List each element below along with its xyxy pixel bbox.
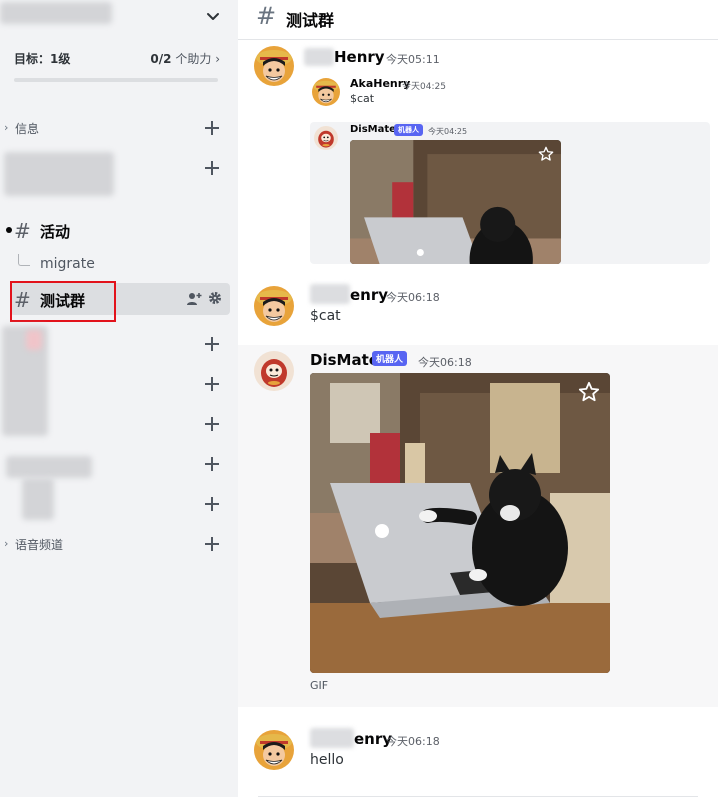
message-timestamp: 今天05:11 [386,53,440,66]
message-text: hello [310,752,344,768]
gear-icon[interactable] [208,291,222,305]
message-1[interactable]: Henry 今天05:11 AkaHenry 今天04:25 $cat DisM… [238,42,718,264]
discord-window: 目标：1级 0/2 个助力 › › 信息 # 活动 migrate # 测试群 … [0,0,718,797]
chevron-right-icon: › [4,537,9,550]
plus-icon[interactable] [203,415,221,433]
bot-tag: 机器人 [372,351,408,366]
star-icon[interactable] [578,381,600,403]
plus-icon[interactable] [203,455,221,473]
redacted-category [4,152,114,196]
reply-text: $cat [350,92,375,105]
user-avatar[interactable] [254,286,294,326]
bot-author[interactable]: DisMate [350,124,396,135]
message-timestamp: 今天06:18 [418,356,472,369]
hashtag-icon: # [256,2,277,30]
bot-timestamp: 今天04:25 [428,127,468,136]
chat-panel: # 测试群 Henry 今天05:11 AkaHenry 今天04:25 $ca… [238,0,718,797]
unread-indicator [6,227,12,233]
boost-progress-bar [14,78,218,82]
server-name-redacted [0,2,112,24]
user-avatar[interactable] [254,730,294,770]
boost-count-value: 0/2 [150,52,172,66]
chevron-down-icon[interactable] [204,8,222,26]
cat-gif-thumbnail[interactable] [350,140,561,264]
message-2[interactable]: enry 今天06:18 $cat [238,278,718,344]
bot-avatar[interactable] [254,351,294,391]
message-author[interactable]: enry [350,286,388,304]
thread-migrate-label: migrate [40,256,95,272]
plus-icon[interactable] [203,495,221,513]
bot-avatar[interactable] [314,126,338,150]
channel-title: 测试群 [286,11,335,30]
plus-icon[interactable] [203,119,221,137]
plus-icon[interactable] [203,159,221,177]
redacted-pink-mark [26,330,42,350]
reply-timestamp: 今天04:25 [402,82,446,92]
boost-goal: 目标：1级 [14,52,71,66]
channel-sidebar: 目标：1级 0/2 个助力 › › 信息 # 活动 migrate # 测试群 … [0,0,238,797]
message-author[interactable]: Henry [334,48,385,66]
add-member-icon[interactable] [186,291,202,307]
message-timestamp: 今天06:18 [386,735,440,748]
embedded-bot-message[interactable]: DisMate 机器人 今天04:25 [310,122,710,264]
chevron-right-icon: › [215,52,220,66]
cat-gif[interactable] [310,373,610,673]
plus-icon[interactable] [203,375,221,393]
gif-label: GIF [310,679,329,692]
redacted-category [6,456,92,478]
bot-tag: 机器人 [394,124,423,136]
channel-activity[interactable]: # 活动 [6,214,230,246]
channel-header: # 测试群 [238,0,718,40]
chevron-right-icon: › [4,121,9,134]
user-avatar[interactable] [254,46,294,86]
redacted-username [310,728,354,748]
redacted-username [310,284,350,304]
channel-activity-label: 活动 [40,223,71,241]
boost-count[interactable]: 0/2 个助力 › [150,50,220,67]
channel-actions [186,291,222,307]
category-voice-label: 语音频道 [15,538,64,552]
boost-count-suffix: 个助力 [175,52,212,66]
message-3[interactable]: DisMate 机器人 今天06:18 GIF [238,345,718,707]
redacted-category [22,478,54,520]
message-4[interactable]: enry 今天06:18 hello [238,720,718,797]
category-info-label: 信息 [15,122,40,136]
bot-author[interactable]: DisMate [310,351,379,369]
hashtag-icon: # [14,219,31,243]
redacted-username [304,48,334,66]
message-timestamp: 今天06:18 [386,291,440,304]
selection-highlight-box [10,281,116,322]
star-icon[interactable] [538,146,554,162]
reply-user-avatar[interactable] [312,78,340,106]
thread-connector [18,254,30,266]
plus-icon[interactable] [203,535,221,553]
message-text: $cat [310,308,341,324]
server-header[interactable] [0,0,238,40]
plus-icon[interactable] [203,335,221,353]
